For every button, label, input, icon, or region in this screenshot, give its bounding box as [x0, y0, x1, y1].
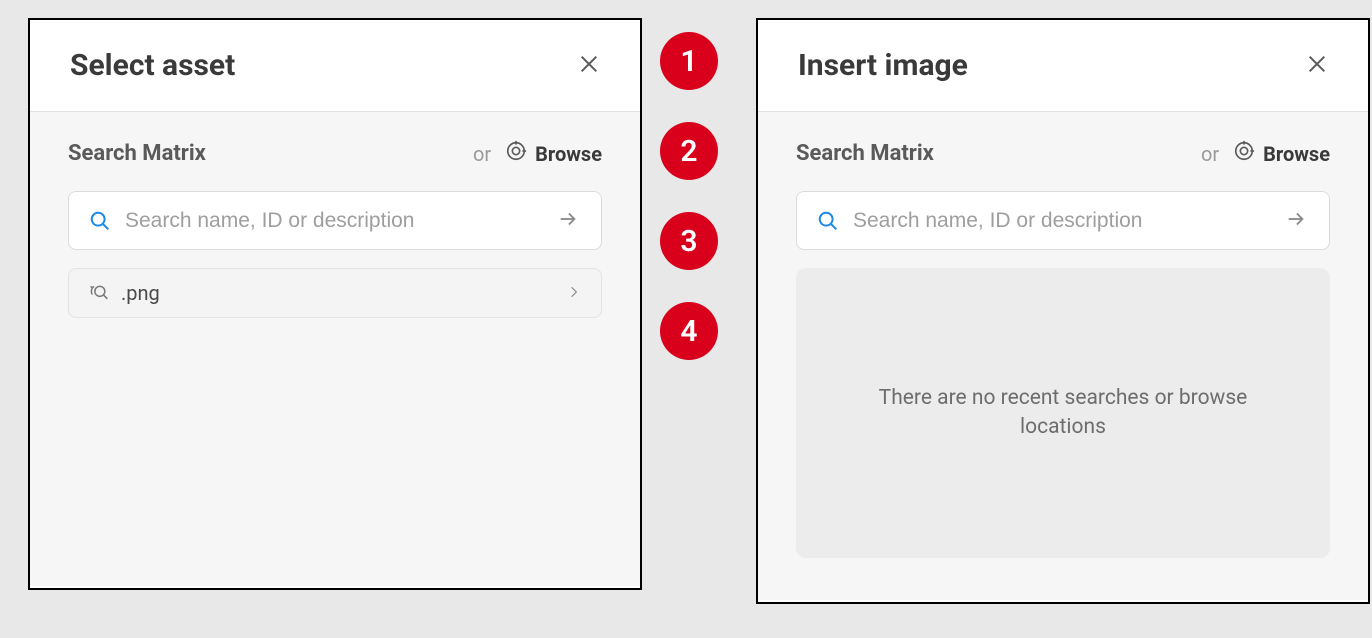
- insert-image-panel: Insert image Search Matrix or Browse: [756, 18, 1370, 604]
- browse-label: Browse: [535, 142, 602, 166]
- or-label: or: [1201, 142, 1219, 166]
- close-button[interactable]: [574, 49, 604, 82]
- search-icon: [817, 210, 839, 232]
- panel-header: Select asset: [30, 20, 640, 112]
- search-input-container[interactable]: [68, 191, 602, 250]
- recent-search-icon: [89, 283, 109, 303]
- target-icon: [1233, 140, 1255, 167]
- chevron-right-icon: [567, 284, 581, 303]
- search-header-row: Search Matrix or Browse: [796, 140, 1330, 167]
- search-input[interactable]: [125, 209, 555, 233]
- panel-title: Insert image: [798, 48, 968, 83]
- target-icon: [505, 140, 527, 167]
- annotation-badge-2: 2: [660, 122, 718, 180]
- annotation-badge-3: 3: [660, 212, 718, 270]
- panel-body: Search Matrix or Browse: [758, 112, 1368, 600]
- panel-title: Select asset: [70, 48, 235, 83]
- annotation-badge-4: 4: [660, 302, 718, 360]
- annotation-badge-1: 1: [660, 32, 718, 90]
- browse-link[interactable]: Browse: [1233, 140, 1330, 167]
- browse-label: Browse: [1263, 142, 1330, 166]
- browse-group: or Browse: [1201, 140, 1330, 167]
- panel-body: Search Matrix or Browse: [30, 112, 640, 586]
- close-icon: [578, 53, 600, 78]
- arrow-right-icon: [1285, 208, 1307, 233]
- select-asset-panel: Select asset Search Matrix or Browse: [28, 18, 642, 590]
- search-submit-button[interactable]: [555, 206, 581, 235]
- recent-search-text: .png: [121, 281, 567, 305]
- empty-state-box: There are no recent searches or browse l…: [796, 268, 1330, 558]
- search-submit-button[interactable]: [1283, 206, 1309, 235]
- empty-state-text: There are no recent searches or browse l…: [876, 384, 1250, 443]
- close-button[interactable]: [1302, 49, 1332, 82]
- search-title: Search Matrix: [68, 141, 206, 166]
- search-input[interactable]: [853, 209, 1283, 233]
- browse-link[interactable]: Browse: [505, 140, 602, 167]
- search-title: Search Matrix: [796, 141, 934, 166]
- search-header-row: Search Matrix or Browse: [68, 140, 602, 167]
- browse-group: or Browse: [473, 140, 602, 167]
- arrow-right-icon: [557, 208, 579, 233]
- panel-header: Insert image: [758, 20, 1368, 112]
- recent-search-item[interactable]: .png: [68, 268, 602, 318]
- or-label: or: [473, 142, 491, 166]
- search-icon: [89, 210, 111, 232]
- close-icon: [1306, 53, 1328, 78]
- search-input-container[interactable]: [796, 191, 1330, 250]
